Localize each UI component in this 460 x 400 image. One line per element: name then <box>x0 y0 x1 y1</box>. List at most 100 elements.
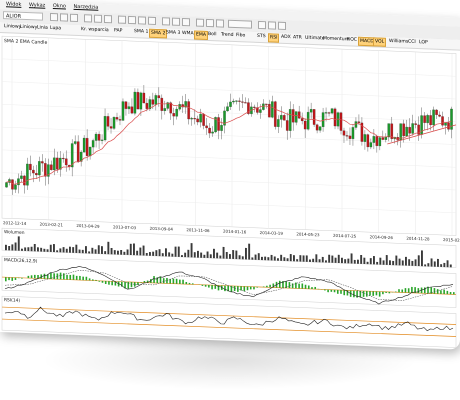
macd-histogram-bar <box>11 277 14 281</box>
volume-bar <box>17 236 20 251</box>
price-candle-up <box>277 119 280 127</box>
indicator-pap[interactable]: PAP <box>113 26 123 36</box>
macd-histogram-bar <box>411 286 413 293</box>
volume-bar <box>216 252 219 259</box>
price-candle-up <box>271 101 274 118</box>
price-candle-down <box>312 109 316 125</box>
save-icon[interactable] <box>60 13 68 22</box>
bar-view-icon[interactable] <box>172 17 180 26</box>
volume-bar <box>53 244 55 253</box>
price-candle-down <box>202 114 205 126</box>
macd-histogram-bar <box>172 278 175 284</box>
volume-bar <box>62 247 65 253</box>
indicator-trend[interactable]: Trend <box>220 30 235 41</box>
price-date-label: 2014-05-23 <box>296 231 320 237</box>
price-candle-down <box>366 134 370 148</box>
volume-bar <box>33 243 36 252</box>
symbol-select[interactable]: ALIOR <box>3 11 43 21</box>
period-select-icon[interactable] <box>228 19 252 29</box>
volume-bar <box>337 254 340 264</box>
trend-tool-icon[interactable] <box>128 15 136 25</box>
price-date-label: 2013-02-21 <box>40 222 64 228</box>
indicator-roc[interactable]: ROC <box>346 35 358 45</box>
text-tool-icon[interactable] <box>148 16 156 25</box>
indicator-adx[interactable]: ADX <box>280 33 292 43</box>
macd-histogram-bar <box>266 285 268 288</box>
price-candle-down <box>408 126 411 134</box>
macd-histogram-bar <box>175 278 178 284</box>
indicator-sma1[interactable]: SMA 1 <box>133 27 149 38</box>
indicator-atr[interactable]: ATR <box>292 33 303 43</box>
volume-bar <box>30 246 33 252</box>
export-icon[interactable] <box>268 21 276 30</box>
indicator-sma3[interactable]: SMA 3 <box>165 28 181 39</box>
zoom-in-icon[interactable] <box>84 14 92 23</box>
zoom-out-icon[interactable] <box>94 14 102 23</box>
macd-histogram-bar <box>17 277 20 279</box>
settings-icon[interactable] <box>216 19 224 28</box>
macd-histogram-bar <box>301 283 304 289</box>
fibo-tool-icon[interactable] <box>138 16 146 25</box>
indicator-wma[interactable]: WMA <box>181 29 195 40</box>
macd-histogram-bar <box>166 277 168 284</box>
cursor-icon[interactable] <box>104 14 112 24</box>
price-date-label: 2013-09-04 <box>150 226 174 232</box>
indicator-lop[interactable]: LOP <box>418 38 429 48</box>
help-icon[interactable] <box>278 21 286 30</box>
price-candle-down <box>253 106 256 108</box>
macd-histogram-bar <box>433 288 436 294</box>
menu-item-widok[interactable]: Widok <box>6 1 21 8</box>
indicator-boll[interactable]: Boll <box>207 30 218 40</box>
open-icon[interactable] <box>50 12 58 22</box>
price-candle-up <box>405 126 408 137</box>
volume-bar <box>232 250 235 259</box>
print-icon[interactable] <box>70 13 78 22</box>
volume-bar <box>433 261 436 267</box>
indicator-lupa[interactable]: Lupa <box>49 24 62 35</box>
volume-bar <box>443 262 446 268</box>
price-chart-area[interactable]: SMA 2 EMA Candle2012-12-14 2013-02-21 2013… <box>0 32 460 350</box>
macd-histogram-bar <box>353 290 355 298</box>
price-candle-down <box>11 179 14 190</box>
price-candle-down <box>297 111 301 119</box>
macd-histogram-bar <box>398 289 400 293</box>
menu-item-wykaz[interactable]: Wykaz <box>29 2 45 9</box>
line-tool-icon[interactable] <box>118 15 126 24</box>
candle-view-icon[interactable] <box>162 17 170 26</box>
indicator-cci[interactable]: CCI <box>407 38 417 48</box>
volume-bar <box>312 258 315 263</box>
volume-bar <box>257 253 260 260</box>
layout-icon[interactable] <box>206 18 214 28</box>
volume-bar <box>302 255 305 262</box>
volume-bar <box>430 258 433 267</box>
volume-bar <box>171 253 174 257</box>
macd-histogram-bar <box>269 284 271 288</box>
macd-histogram-bar <box>369 291 371 296</box>
volume-bar <box>286 258 289 262</box>
refresh-icon[interactable] <box>258 20 266 30</box>
price-candle-down <box>151 99 155 105</box>
macd-histogram-bar <box>211 285 213 290</box>
price-candle-down <box>41 161 44 164</box>
price-date-label: 2012-12-14 <box>3 220 27 226</box>
price-candle-up <box>309 109 313 113</box>
volume-bar <box>309 259 311 262</box>
price-candle-down <box>130 106 134 114</box>
macd-histogram-bar <box>253 286 255 290</box>
indicator-rsi[interactable]: RSI <box>268 33 280 43</box>
volume-bar <box>126 249 129 255</box>
price-candle-down <box>50 164 53 171</box>
macd-histogram-bar <box>453 292 455 295</box>
volume-bar <box>27 247 30 252</box>
grid-icon[interactable] <box>196 18 204 27</box>
menu-item-narzedzia[interactable]: Narzędzia <box>74 4 99 11</box>
indicator-linia[interactable]: Linia <box>36 23 49 33</box>
indicator-sts[interactable]: STS <box>256 32 267 42</box>
menu-item-okno[interactable]: Okno <box>53 3 66 10</box>
volume-bar <box>184 252 187 258</box>
price-candle-up <box>226 106 229 112</box>
indicator-fibo[interactable]: Fibo <box>235 31 246 41</box>
price-candle-up <box>444 122 447 126</box>
line-view-icon[interactable] <box>182 17 190 27</box>
macd-histogram-bar <box>85 276 88 281</box>
